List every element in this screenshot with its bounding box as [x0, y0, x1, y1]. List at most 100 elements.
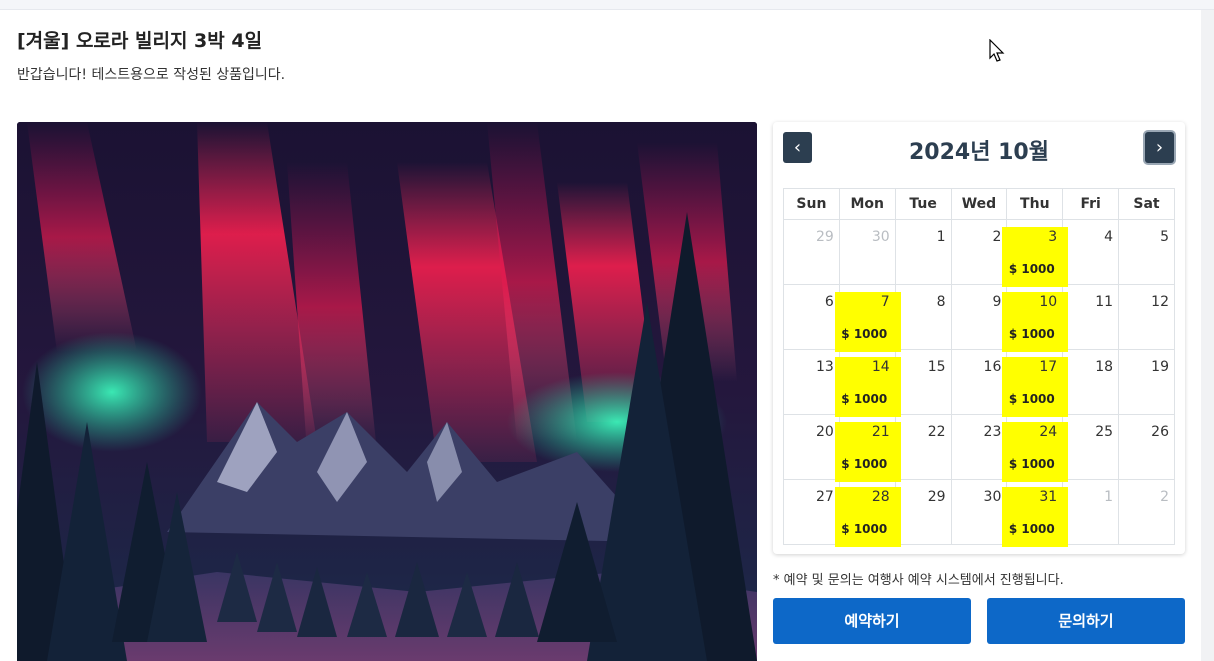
calendar-day-cell: 9	[950, 284, 1008, 350]
day-number: 24	[1039, 424, 1058, 440]
day-number: 5	[1160, 229, 1169, 245]
weekday-thu: Thu	[1006, 188, 1064, 220]
weekday-sat: Sat	[1118, 188, 1175, 220]
day-number: 11	[1095, 294, 1114, 310]
calendar-day-cell[interactable]: 21 $ 1000	[834, 414, 901, 482]
top-bar	[0, 0, 1214, 10]
next-month-button[interactable]: ›	[1145, 132, 1174, 163]
product-hero-image	[17, 122, 757, 661]
day-number: 6	[824, 294, 834, 310]
calendar-day-cell: 8	[894, 284, 952, 350]
calendar-day-cell: 30	[950, 479, 1008, 545]
calendar-day-cell: 5	[1118, 219, 1175, 285]
day-number: 25	[1095, 424, 1114, 440]
day-number: 1	[1104, 489, 1114, 505]
calendar-day-cell: 23	[950, 414, 1008, 480]
day-number: 29	[816, 229, 834, 245]
product-description: 반갑습니다! 테스트용으로 작성된 상품입니다.	[17, 67, 286, 83]
day-number: 13	[816, 359, 834, 375]
day-price: $ 1000	[841, 457, 888, 471]
day-number: 3	[1048, 229, 1058, 245]
aurora-landscape-image	[17, 122, 757, 661]
day-price: $ 1000	[841, 327, 888, 341]
calendar-day-cell[interactable]: 28 $ 1000	[834, 479, 901, 547]
day-number: 29	[927, 489, 946, 505]
day-number: 4	[1104, 229, 1114, 245]
day-number: 10	[1039, 294, 1058, 310]
available-date-highlight	[1002, 292, 1069, 352]
day-number: 30	[983, 489, 1002, 505]
booking-notice: * 예약 및 문의는 여행사 예약 시스템에서 진행됩니다.	[773, 573, 1064, 588]
day-number: 17	[1039, 359, 1058, 375]
calendar-day-cell: 19	[1118, 349, 1175, 415]
calendar-body: 29 30 1 2 3 $ 1000 4 5 6 7 $ 1000 8 9 10 $ 1000 11 12 13 1…	[783, 219, 1175, 547]
booking-calendar: ‹ 2024년 10월 › Sun Mon Tue Wed Thu Fri Sa…	[773, 122, 1185, 554]
available-date-highlight	[834, 357, 901, 417]
calendar-day-cell[interactable]: 31 $ 1000	[1002, 479, 1069, 547]
page-scrollbar[interactable]	[1201, 10, 1214, 661]
calendar-month-label: 2024년 10월	[909, 140, 1049, 165]
day-number: 31	[1039, 489, 1058, 505]
mouse-cursor-icon	[989, 39, 1005, 62]
day-number: 28	[871, 489, 890, 505]
day-number: 15	[927, 359, 946, 375]
calendar-day-cell[interactable]: 3 $ 1000	[1002, 219, 1069, 287]
day-price: $ 1000	[1008, 262, 1055, 276]
day-number: 20	[816, 424, 834, 440]
weekday-tue: Tue	[894, 188, 952, 220]
calendar-day-cell: 26	[1118, 414, 1175, 480]
calendar-day-cell: 20	[783, 414, 840, 480]
day-number: 23	[983, 424, 1002, 440]
calendar-day-cell: 4	[1062, 219, 1120, 285]
weekday-header-row: Sun Mon Tue Wed Thu Fri Sat	[783, 188, 1175, 220]
calendar-day-cell: 27	[783, 479, 840, 545]
day-price: $ 1000	[1008, 327, 1055, 341]
calendar-day-cell: 18	[1062, 349, 1120, 415]
calendar-week-row: 20 21 $ 1000 22 23 24 $ 1000 25 26	[783, 414, 1175, 482]
calendar-day-cell[interactable]: 17 $ 1000	[1002, 349, 1069, 417]
available-date-highlight	[834, 422, 901, 482]
day-number: 19	[1151, 359, 1169, 375]
day-number: 16	[983, 359, 1002, 375]
day-number: 1	[936, 229, 946, 245]
inquire-button[interactable]: 문의하기	[987, 598, 1185, 644]
calendar-day-cell: 1	[1062, 479, 1120, 545]
day-number: 27	[816, 489, 834, 505]
calendar-week-row: 6 7 $ 1000 8 9 10 $ 1000 11 12	[783, 284, 1175, 352]
calendar-day-cell: 2	[950, 219, 1008, 285]
day-number: 21	[871, 424, 890, 440]
calendar-day-cell: 12	[1118, 284, 1175, 350]
day-number: 26	[1151, 424, 1169, 440]
day-number: 18	[1095, 359, 1114, 375]
product-title: [겨울] 오로라 빌리지 3박 4일	[17, 30, 263, 52]
calendar-day-cell: 6	[783, 284, 840, 350]
calendar-day-cell: 16	[950, 349, 1008, 415]
calendar-day-cell: 15	[894, 349, 952, 415]
day-number: 30	[871, 229, 890, 245]
calendar-day-cell: 11	[1062, 284, 1120, 350]
calendar-day-cell: 22	[894, 414, 952, 480]
weekday-mon: Mon	[838, 188, 896, 220]
reserve-button[interactable]: 예약하기	[773, 598, 971, 644]
day-number: 7	[880, 294, 890, 310]
calendar-day-cell: 25	[1062, 414, 1120, 480]
calendar-day-cell[interactable]: 10 $ 1000	[1002, 284, 1069, 352]
day-price: $ 1000	[841, 392, 888, 406]
calendar-week-row: 13 14 $ 1000 15 16 17 $ 1000 18 19	[783, 349, 1175, 417]
chevron-right-icon: ›	[1155, 137, 1164, 158]
calendar-day-cell[interactable]: 14 $ 1000	[834, 349, 901, 417]
day-price: $ 1000	[1008, 392, 1055, 406]
weekday-sun: Sun	[783, 188, 840, 220]
calendar-day-cell[interactable]: 7 $ 1000	[834, 284, 901, 352]
available-date-highlight	[1002, 487, 1069, 547]
day-number: 2	[992, 229, 1002, 245]
available-date-highlight	[834, 292, 901, 352]
day-number: 2	[1160, 489, 1169, 505]
day-number: 9	[992, 294, 1002, 310]
day-number: 14	[871, 359, 890, 375]
available-date-highlight	[1002, 357, 1069, 417]
calendar-day-cell: 29	[783, 219, 840, 285]
calendar-day-cell[interactable]: 24 $ 1000	[1002, 414, 1069, 482]
weekday-fri: Fri	[1062, 188, 1120, 220]
calendar-day-cell: 2	[1118, 479, 1175, 545]
